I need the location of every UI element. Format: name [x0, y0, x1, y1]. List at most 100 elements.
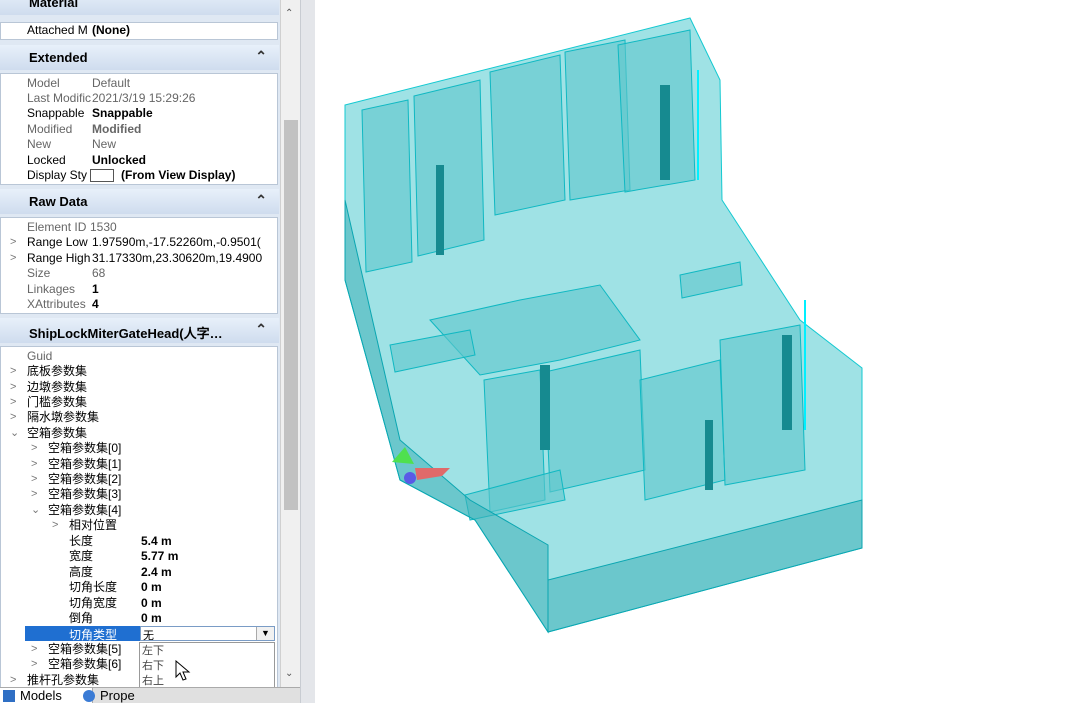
- prop-key: New: [27, 137, 52, 151]
- chevron-right-icon[interactable]: >: [10, 380, 16, 395]
- properties-icon: [83, 690, 95, 702]
- dropdown-option[interactable]: 右下: [140, 658, 274, 673]
- dropdown-option[interactable]: 左下: [140, 643, 274, 658]
- prop-value[interactable]: 0 m: [141, 611, 162, 626]
- models-icon: [3, 690, 15, 702]
- tree-item[interactable]: 空箱参数集[2]: [48, 472, 121, 487]
- chevron-right-icon[interactable]: >: [31, 657, 37, 672]
- prop-value[interactable]: Modified: [92, 122, 141, 137]
- prop-value[interactable]: 1: [92, 282, 99, 297]
- chevron-right-icon[interactable]: >: [10, 395, 16, 410]
- chevron-right-icon[interactable]: >: [31, 487, 37, 502]
- prop-value[interactable]: 4: [92, 297, 99, 312]
- prop-value[interactable]: 5.4 m: [141, 534, 172, 549]
- properties-panel: Material ⌃ Attached M (None) Extended ⌃ …: [0, 0, 300, 703]
- chevron-right-icon[interactable]: >: [31, 457, 37, 472]
- prop-key: 高度: [69, 565, 94, 579]
- panel-splitter[interactable]: [300, 0, 315, 703]
- chevron-right-icon[interactable]: >: [10, 251, 16, 266]
- prop-key: Modified: [27, 122, 73, 136]
- prop-value[interactable]: (From View Display): [121, 168, 235, 183]
- prop-key: XAttributes: [27, 297, 86, 311]
- prop-value[interactable]: 1530: [90, 220, 117, 235]
- chevron-up-icon[interactable]: ⌃: [255, 192, 267, 209]
- attached-material-value[interactable]: (None): [92, 23, 130, 38]
- tree-item[interactable]: 推杆孔参数集: [27, 673, 99, 688]
- tree-item[interactable]: 空箱参数集[4]: [48, 503, 121, 518]
- scroll-down-icon[interactable]: ⌄: [285, 668, 293, 679]
- prop-value[interactable]: 1.97590m,-17.52260m,-0.9501(: [92, 235, 261, 250]
- prop-value[interactable]: 2021/3/19 15:29:26: [92, 91, 195, 106]
- chevron-right-icon[interactable]: >: [10, 235, 16, 250]
- tree-item[interactable]: 隔水墩参数集: [27, 410, 99, 425]
- prop-value[interactable]: Snappable: [92, 106, 153, 121]
- panel-tabs: Models Prope: [0, 687, 300, 703]
- extended-box: Model Default Last Modific 2021/3/19 15:29…: [0, 73, 278, 185]
- prop-value[interactable]: 2.4 m: [141, 565, 172, 580]
- prop-value[interactable]: Unlocked: [92, 153, 146, 168]
- chevron-up-icon[interactable]: ⌃: [255, 48, 267, 65]
- prop-key: Last Modific: [27, 91, 91, 105]
- chevron-up-icon[interactable]: ⌃: [255, 321, 267, 338]
- prop-key: 切角长度: [69, 580, 118, 594]
- tab-properties[interactable]: Prope: [80, 688, 160, 703]
- prop-key: Model: [27, 76, 60, 90]
- shiplock-box: Guid > 底板参数集 > 边墩参数集 > 门槛参数集 > 隔水墩参数集 ⌄ 空箱参数集…: [0, 346, 278, 693]
- section-header-extended[interactable]: Extended ⌃: [0, 45, 279, 70]
- tree-item[interactable]: 空箱参数集[6]: [48, 657, 121, 672]
- tree-item[interactable]: 空箱参数集[1]: [48, 457, 121, 472]
- chevron-right-icon[interactable]: >: [31, 472, 37, 487]
- 3d-viewport[interactable]: [315, 0, 1080, 703]
- scrollbar-thumb[interactable]: [284, 120, 298, 510]
- chevron-down-icon[interactable]: ⌄: [31, 503, 40, 518]
- dropdown-arrow-icon[interactable]: ▼: [256, 627, 274, 640]
- selected-row[interactable]: 切角类型: [25, 626, 140, 642]
- prop-key: 切角宽度: [69, 596, 118, 610]
- chamfer-type-select[interactable]: 无 ▼: [140, 626, 275, 642]
- prop-value[interactable]: 0 m: [141, 580, 162, 595]
- tree-item[interactable]: 底板参数集: [27, 364, 87, 379]
- chevron-right-icon[interactable]: >: [31, 642, 37, 657]
- chevron-right-icon[interactable]: >: [10, 364, 16, 379]
- chevron-right-icon[interactable]: >: [10, 410, 16, 425]
- prop-key: Linkages: [27, 282, 76, 296]
- raw-data-box: Element ID 1530 > Range Low 1.97590m,-17.52…: [0, 217, 278, 314]
- tree-item[interactable]: 门槛参数集: [27, 395, 87, 410]
- dropdown-option[interactable]: 右上: [140, 673, 274, 688]
- prop-value[interactable]: 31.17330m,23.30620m,19.4900: [92, 251, 262, 266]
- tree-item[interactable]: 空箱参数集[3]: [48, 487, 121, 502]
- mouse-cursor-icon: [175, 660, 191, 681]
- section-header-material[interactable]: Material ⌃: [0, 0, 279, 15]
- chevron-down-icon[interactable]: ⌄: [10, 426, 19, 441]
- tree-item[interactable]: 空箱参数集: [27, 426, 87, 441]
- tab-label: Models: [20, 688, 62, 703]
- prop-value[interactable]: Default: [92, 76, 130, 91]
- prop-key: 宽度: [69, 549, 94, 563]
- prop-key: 倒角: [69, 611, 94, 625]
- prop-key: Guid: [27, 349, 53, 363]
- chevron-right-icon[interactable]: >: [52, 518, 58, 533]
- scroll-up-icon[interactable]: ⌃: [285, 8, 293, 19]
- prop-value[interactable]: 5.77 m: [141, 549, 178, 564]
- panel-scrollbar[interactable]: ⌃ ⌄: [280, 0, 300, 687]
- prop-key: Range Low: [27, 235, 88, 249]
- ship-lock-model: [344, 17, 863, 634]
- tree-item[interactable]: 空箱参数集[5]: [48, 642, 121, 657]
- prop-key: Locked: [27, 153, 66, 167]
- section-title: Extended: [29, 50, 88, 65]
- section-header-shiplock[interactable]: ShipLockMiterGateHead(人字… ⌃: [0, 318, 279, 343]
- display-style-swatch-icon[interactable]: [90, 169, 114, 182]
- tree-item[interactable]: 空箱参数集[0]: [48, 441, 121, 456]
- tree-item[interactable]: 边墩参数集: [27, 380, 87, 395]
- section-header-raw-data[interactable]: Raw Data ⌃: [0, 189, 279, 214]
- prop-key: Range High: [27, 251, 91, 265]
- prop-value[interactable]: 68: [92, 266, 105, 281]
- tree-item[interactable]: 相对位置: [69, 518, 117, 533]
- material-box: Attached M (None): [0, 22, 278, 40]
- chevron-up-icon[interactable]: ⌃: [255, 0, 267, 10]
- chevron-right-icon[interactable]: >: [10, 673, 16, 688]
- prop-value[interactable]: New: [92, 137, 116, 152]
- chevron-right-icon[interactable]: >: [31, 441, 37, 456]
- prop-value[interactable]: 0 m: [141, 596, 162, 611]
- prop-key: Element ID: [27, 220, 87, 234]
